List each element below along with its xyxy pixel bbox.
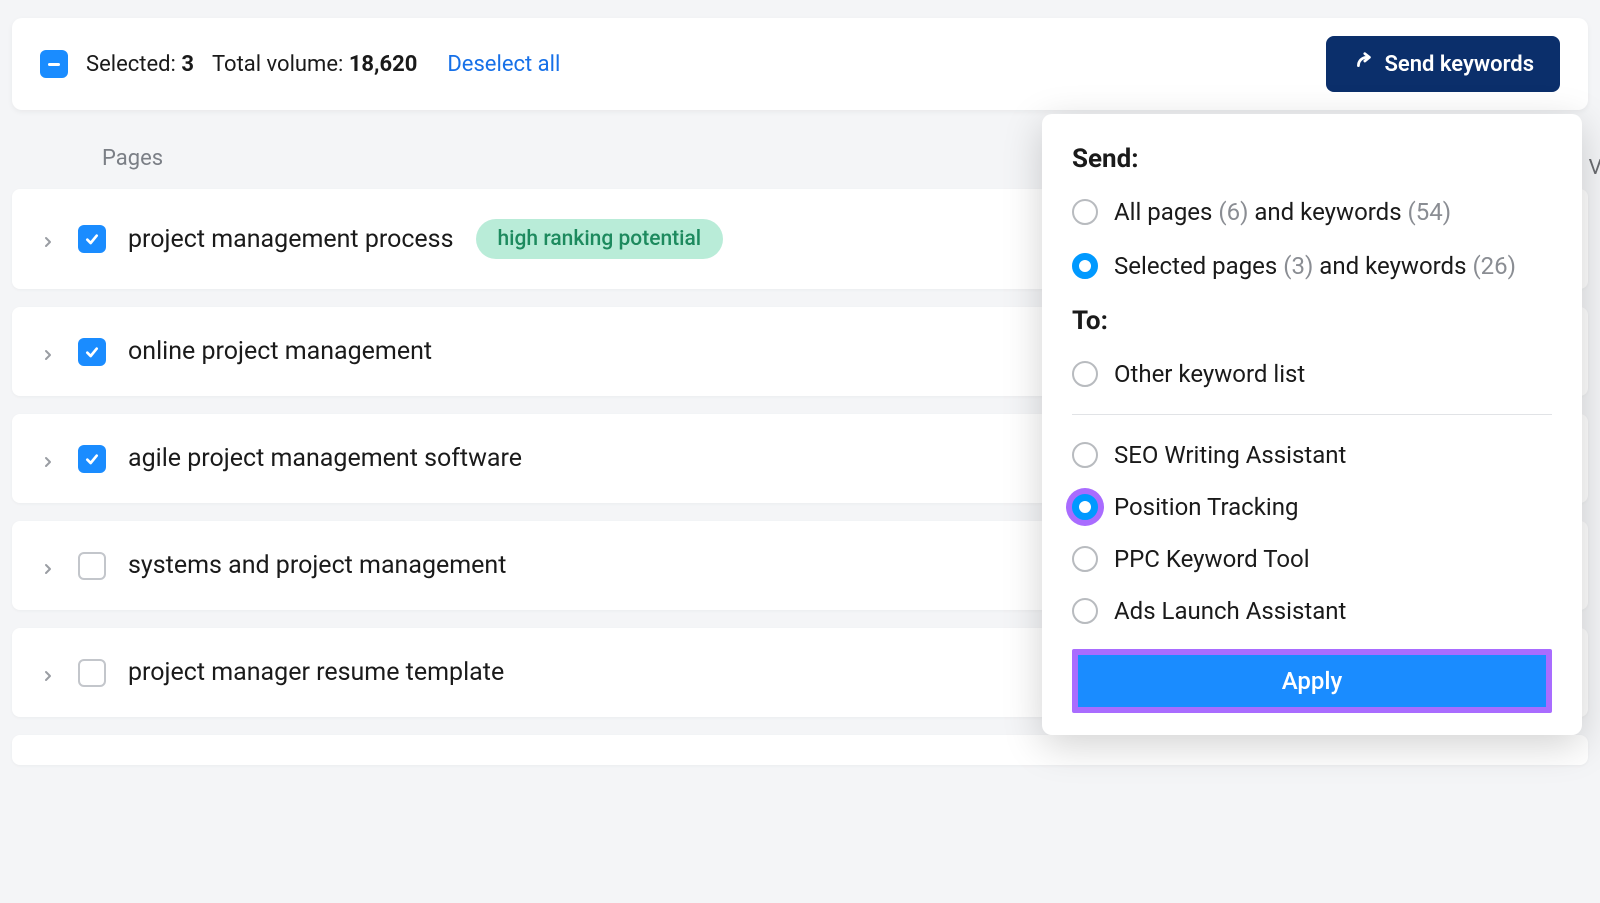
send-section-heading: Send: <box>1072 144 1552 174</box>
send-option[interactable]: All pages (6) and keywords (54) <box>1072 198 1552 226</box>
radio-icon <box>1072 546 1098 572</box>
page-title: agile project management software <box>128 444 522 473</box>
apply-button-highlight: Apply <box>1072 649 1552 713</box>
row-checkbox[interactable] <box>78 659 106 687</box>
divider <box>1072 414 1552 415</box>
total-volume-text: Total volume: 18,620 <box>212 52 417 77</box>
send-keywords-label: Send keywords <box>1384 52 1534 77</box>
radio-icon <box>1072 442 1098 468</box>
apply-button[interactable]: Apply <box>1078 655 1546 707</box>
row-checkbox[interactable] <box>78 445 106 473</box>
to-option-label: SEO Writing Assistant <box>1114 441 1346 469</box>
radio-icon <box>1072 253 1098 279</box>
to-section-heading: To: <box>1072 306 1552 336</box>
send-option-label: Selected pages (3) and keywords (26) <box>1114 252 1516 280</box>
to-option-label: Position Tracking <box>1114 493 1298 521</box>
chevron-right-icon[interactable] <box>40 344 56 360</box>
to-option[interactable]: Position Tracking <box>1072 493 1552 521</box>
chevron-right-icon[interactable] <box>40 665 56 681</box>
arrow-icon <box>1352 50 1374 78</box>
send-keywords-panel: Send: All pages (6) and keywords (54) Sel… <box>1042 114 1582 735</box>
send-keywords-button[interactable]: Send keywords <box>1326 36 1560 92</box>
deselect-all-link[interactable]: Deselect all <box>447 52 560 77</box>
send-option[interactable]: Selected pages (3) and keywords (26) <box>1072 252 1552 280</box>
row-checkbox[interactable] <box>78 552 106 580</box>
chevron-right-icon[interactable] <box>40 558 56 574</box>
to-option[interactable]: SEO Writing Assistant <box>1072 441 1552 469</box>
to-option-label: Other keyword list <box>1114 360 1305 388</box>
master-checkbox-indeterminate[interactable] <box>40 50 68 78</box>
status-badge: high ranking potential <box>476 219 724 259</box>
radio-icon <box>1072 361 1098 387</box>
radio-icon <box>1072 199 1098 225</box>
chevron-right-icon[interactable] <box>40 451 56 467</box>
partial-offscreen-text: V <box>1589 156 1600 180</box>
radio-icon <box>1072 494 1098 520</box>
to-option[interactable]: PPC Keyword Tool <box>1072 545 1552 573</box>
table-row <box>12 735 1588 765</box>
selection-bar: Selected: 3 Total volume: 18,620 Deselec… <box>12 18 1588 110</box>
send-option-label: All pages (6) and keywords (54) <box>1114 198 1451 226</box>
row-checkbox[interactable] <box>78 225 106 253</box>
to-option-label: PPC Keyword Tool <box>1114 545 1310 573</box>
radio-icon <box>1072 598 1098 624</box>
row-checkbox[interactable] <box>78 338 106 366</box>
to-option-other-keyword-list[interactable]: Other keyword list <box>1072 360 1552 388</box>
chevron-right-icon[interactable] <box>40 231 56 247</box>
page-title: systems and project management <box>128 551 506 580</box>
page-title: project management process <box>128 225 454 254</box>
page-title: online project management <box>128 337 432 366</box>
selected-count-text: Selected: 3 <box>86 52 194 77</box>
to-option-label: Ads Launch Assistant <box>1114 597 1346 625</box>
page-title: project manager resume template <box>128 658 504 687</box>
to-option[interactable]: Ads Launch Assistant <box>1072 597 1552 625</box>
